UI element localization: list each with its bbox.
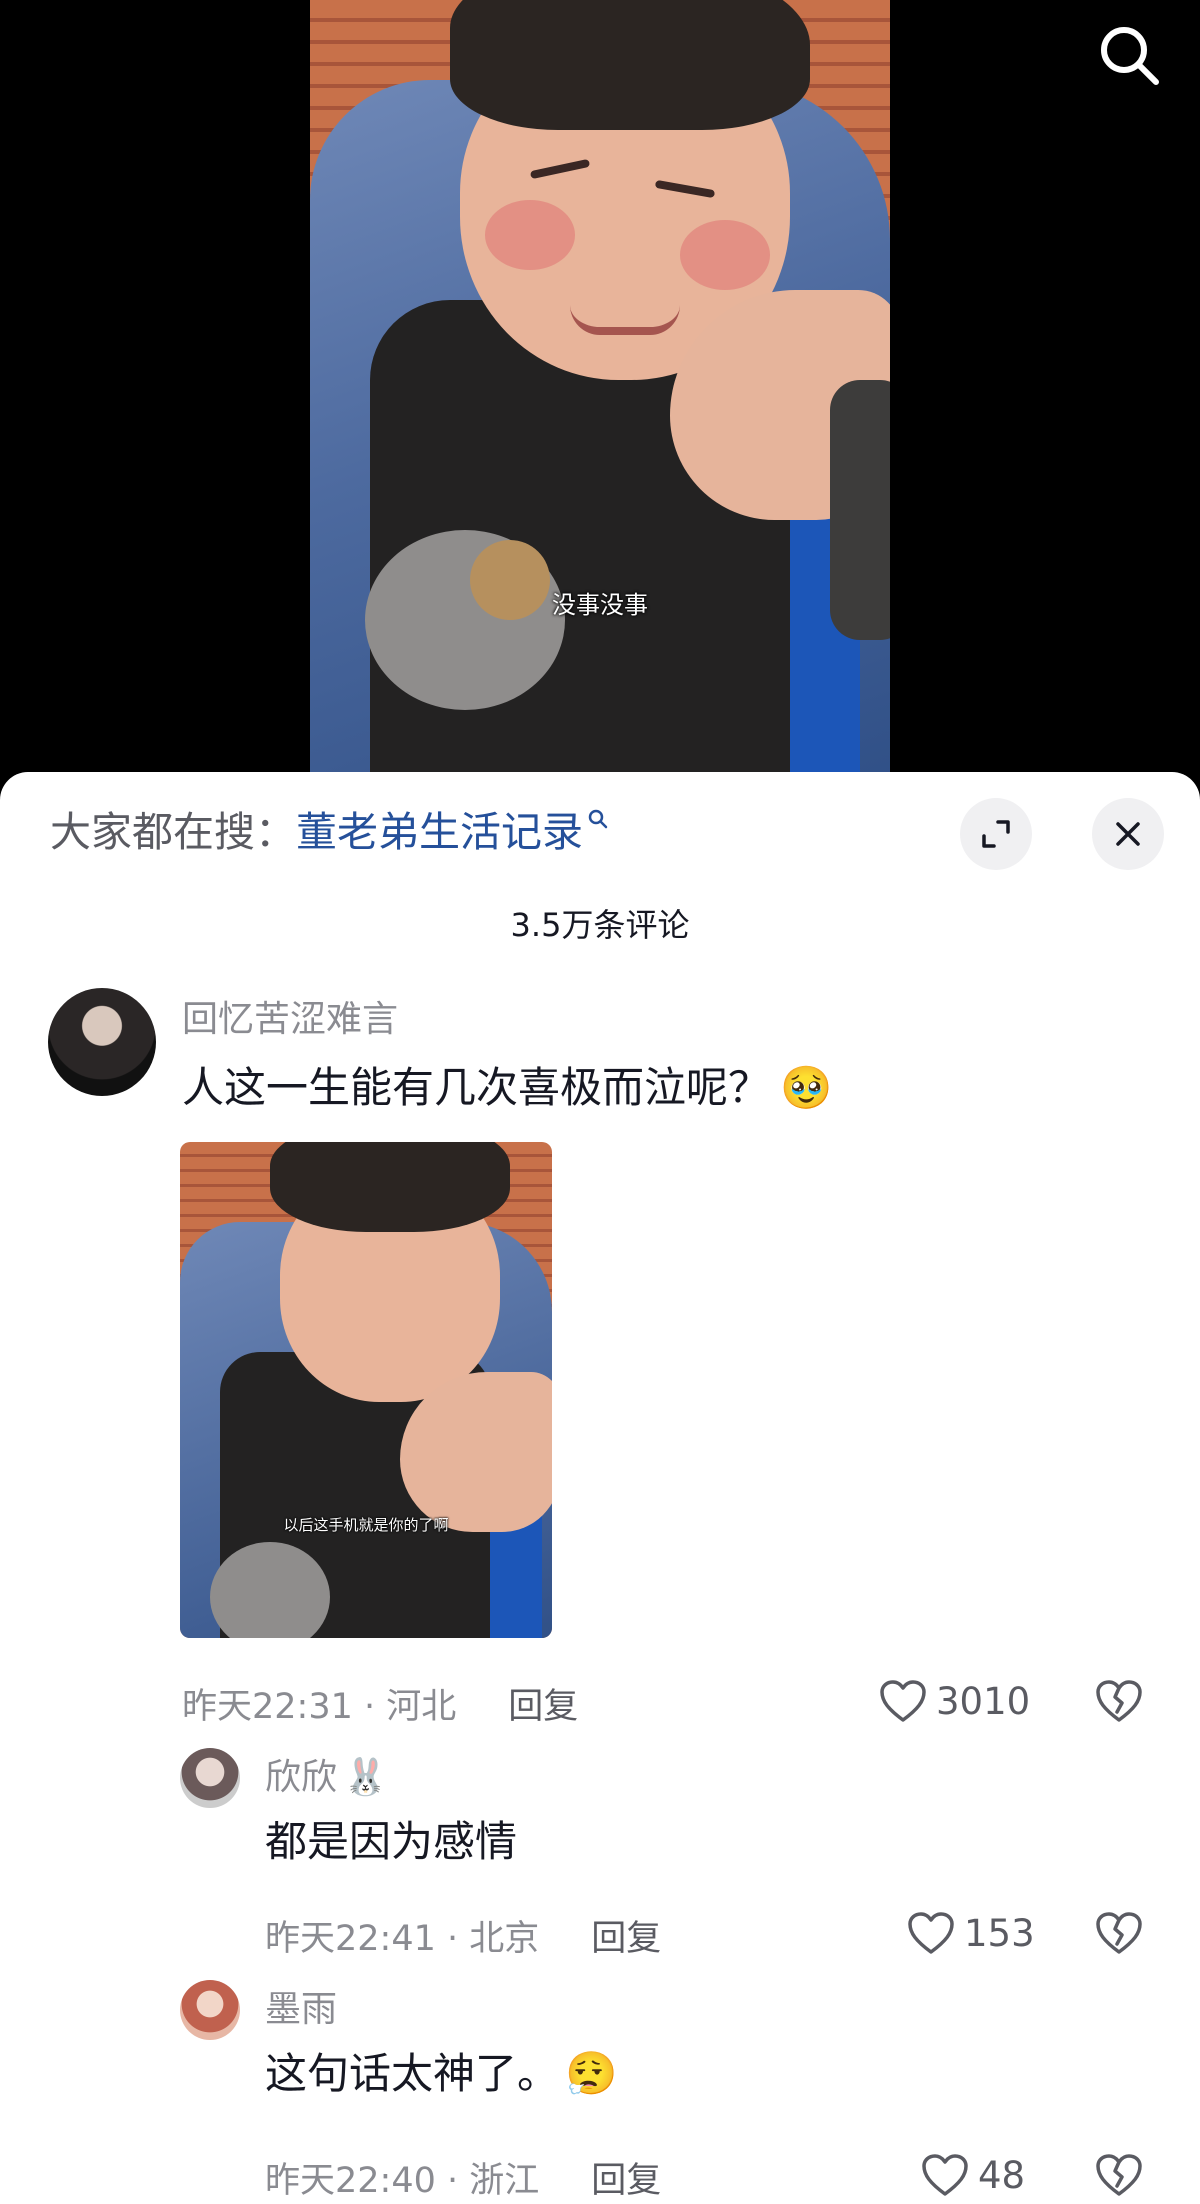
reply-button[interactable]: 回复 [591, 2161, 661, 2201]
reply-text: 这句话太神了。 😮‍💨 [265, 2040, 617, 2101]
like-count: 3010 [936, 1679, 1031, 1723]
video-player[interactable]: 没事没事 [0, 0, 1200, 800]
broken-heart-icon [1096, 1680, 1142, 1722]
avatar[interactable] [180, 1980, 240, 2040]
reply-button[interactable]: 回复 [508, 1687, 578, 1727]
video-figure-hair [450, 0, 810, 130]
reply-text-body: 这句话太神了。 [265, 2049, 560, 2098]
like-button[interactable]: 48 [920, 2152, 1025, 2198]
video-subtitle: 没事没事 [552, 591, 648, 619]
reply-text: 都是因为感情 [265, 1817, 518, 1866]
search-small-icon [588, 809, 608, 829]
meta-separator: · [435, 2161, 470, 2201]
meta-separator: · [352, 1687, 387, 1727]
search-button[interactable] [1094, 20, 1164, 90]
video-figure-mouth [570, 305, 680, 335]
comment-username[interactable]: 回忆苦涩难言 [182, 990, 398, 1042]
video-figure-cheek [485, 200, 575, 270]
search-suggestion-prefix: 大家都在搜： [50, 808, 296, 856]
comment-meta: 昨天22:31 · 河北 回复 [182, 1678, 578, 1729]
expand-button[interactable] [960, 798, 1032, 870]
reply-button[interactable]: 回复 [591, 1919, 661, 1959]
close-button[interactable] [1092, 798, 1164, 870]
exhaling-face-emoji: 😮‍💨 [565, 2049, 618, 2098]
reply-time: 昨天22:41 [265, 1919, 436, 1959]
dislike-button[interactable] [1094, 1678, 1144, 1728]
heart-icon [922, 2154, 968, 2196]
comment-text: 人这一生能有几次喜极而泣呢？ 🥹 [182, 1054, 832, 1115]
broken-heart-icon [1096, 2154, 1142, 2196]
like-button[interactable]: 153 [906, 1910, 1035, 1956]
search-suggestion-keyword[interactable]: 董老弟生活记录 [296, 798, 583, 858]
comment-image[interactable]: 以后这手机就是你的了啊 [180, 1142, 552, 1638]
like-count: 153 [964, 1911, 1035, 1955]
reply-meta: 昨天22:41 · 北京 回复 [265, 1910, 661, 1961]
dislike-button[interactable] [1094, 1910, 1144, 1960]
comment-time: 昨天22:31 [182, 1687, 353, 1727]
crying-face-emoji: 🥹 [780, 1063, 833, 1112]
heart-icon [908, 1912, 954, 1954]
expand-icon [982, 820, 1010, 848]
comment-image-figure-hair [270, 1142, 510, 1232]
reply-username-text: 欣欣 [265, 1757, 338, 1798]
reply-meta: 昨天22:40 · 浙江 回复 [265, 2152, 661, 2203]
reply-username[interactable]: 欣欣 🐰 [265, 1748, 388, 1800]
reply-username[interactable]: 墨雨 [265, 1980, 337, 2032]
comment-sheet: 大家都在搜： 董老弟生活记录 3.5万条评论 回忆苦涩难言 人这一生能有几次喜极… [0, 772, 1200, 2204]
reply-location: 浙江 [469, 2161, 540, 2201]
video-frame[interactable]: 没事没事 [310, 0, 890, 772]
comment-image-subtitle: 以后这手机就是你的了啊 [283, 1516, 449, 1534]
avatar[interactable] [180, 1748, 240, 1808]
like-button[interactable]: 3010 [878, 1678, 1030, 1724]
comment-count: 3.5万条评论 [510, 906, 690, 944]
comment-location: 河北 [386, 1687, 457, 1727]
heart-icon [880, 1680, 926, 1722]
dislike-button[interactable] [1094, 2152, 1144, 2202]
close-icon [1116, 822, 1140, 846]
meta-separator: · [435, 1919, 470, 1959]
broken-heart-icon [1096, 1912, 1142, 1954]
comment-text-body: 人这一生能有几次喜极而泣呢？ [182, 1063, 771, 1112]
rabbit-emoji: 🐰 [343, 1757, 388, 1798]
video-figure-cheek [680, 220, 770, 290]
reply-time: 昨天22:40 [265, 2161, 436, 2201]
reply-location: 北京 [469, 1919, 540, 1959]
search-icon [1101, 27, 1159, 85]
search-suggestion[interactable]: 大家都在搜： 董老弟生活记录 [50, 802, 609, 856]
avatar[interactable] [48, 988, 156, 1096]
like-count: 48 [978, 2153, 1026, 2197]
